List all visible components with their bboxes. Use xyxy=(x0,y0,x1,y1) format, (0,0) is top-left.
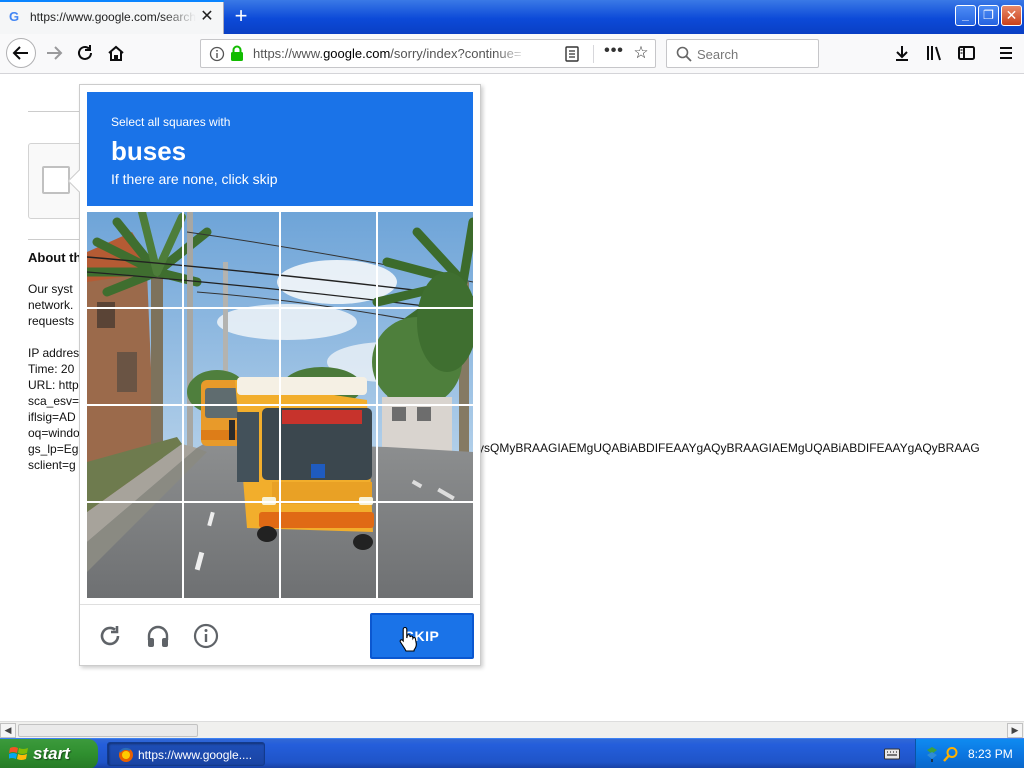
image-grid xyxy=(87,212,473,598)
reload-icon[interactable] xyxy=(71,39,99,67)
captcha-footer: SKIP xyxy=(80,604,480,665)
grid-tile[interactable] xyxy=(87,309,182,404)
browser-tab[interactable]: G https://www.google.com/search?q= ✕ xyxy=(0,0,224,34)
grid-tile[interactable] xyxy=(184,212,279,307)
detail-line: Time: 20 xyxy=(28,362,75,376)
window-maximize-button[interactable]: ❐ xyxy=(978,5,999,26)
about-heading: About th xyxy=(28,250,82,265)
download-icon[interactable] xyxy=(888,39,916,67)
home-icon[interactable] xyxy=(102,39,130,67)
recaptcha-checkbox[interactable] xyxy=(42,166,70,194)
scroll-right-icon[interactable]: ▶ xyxy=(1007,723,1023,738)
active-tab-indicator xyxy=(0,0,224,2)
grid-tile[interactable] xyxy=(87,503,182,598)
grid-tile[interactable] xyxy=(184,309,279,404)
keyboard-icon[interactable] xyxy=(884,747,900,761)
forward-icon[interactable] xyxy=(40,39,68,67)
detail-line: IP addres xyxy=(28,346,80,360)
reload-icon[interactable] xyxy=(97,623,123,649)
detail-line: gs_lp=Eg xyxy=(28,442,79,456)
grid-tile[interactable] xyxy=(378,212,473,307)
grid-tile[interactable] xyxy=(184,503,279,598)
grid-tile[interactable] xyxy=(87,212,182,307)
window-minimize-button[interactable]: _ xyxy=(955,5,976,26)
grid-tile[interactable] xyxy=(184,406,279,501)
info-icon[interactable] xyxy=(193,623,219,649)
firefox-icon xyxy=(119,747,133,762)
lock-icon[interactable] xyxy=(230,45,244,61)
library-icon[interactable] xyxy=(920,39,948,67)
menu-icon[interactable] xyxy=(992,39,1020,67)
paragraph-line: Our syst xyxy=(28,282,73,296)
info-icon[interactable] xyxy=(209,46,225,62)
grid-tile[interactable] xyxy=(281,503,376,598)
new-tab-icon[interactable]: + xyxy=(229,5,253,29)
instruction-text: Select all squares with xyxy=(111,115,231,129)
sidebar-icon[interactable] xyxy=(952,39,980,67)
grid-tile[interactable] xyxy=(87,406,182,501)
back-icon[interactable] xyxy=(6,38,36,68)
google-favicon-icon: G xyxy=(9,9,20,24)
scroll-left-icon[interactable]: ◀ xyxy=(0,723,16,738)
paragraph-line: network. xyxy=(28,298,74,312)
search-placeholder: Search xyxy=(697,47,739,62)
taskbar-window-label: https://www.google.... xyxy=(138,748,253,762)
network-icon[interactable] xyxy=(925,746,939,762)
reader-icon[interactable] xyxy=(565,46,579,62)
grid-divider xyxy=(87,404,473,406)
search-icon xyxy=(676,46,692,62)
tab-title: https://www.google.com/search?q= xyxy=(30,10,196,24)
grid-tile[interactable] xyxy=(378,309,473,404)
detail-line: URL: http xyxy=(28,378,79,392)
skip-button[interactable]: SKIP xyxy=(370,613,474,659)
grid-tile[interactable] xyxy=(281,309,376,404)
url-parameter-text: ysQMyBRAAGIAEMgUQABiABDIFEAAYgAQyBRAAGIA… xyxy=(478,441,980,455)
detail-line: sca_esv= xyxy=(28,394,80,408)
taskbar-window-button[interactable]: https://www.google.... xyxy=(107,742,265,766)
url-path: /sorry/index?continue= xyxy=(390,46,522,61)
url-text[interactable]: https://www.google.com/sorry/index?conti… xyxy=(253,46,528,63)
star-icon[interactable]: ☆ xyxy=(631,43,651,63)
grid-tile[interactable] xyxy=(281,212,376,307)
target-keyword: buses xyxy=(111,136,187,166)
hand-cursor-icon xyxy=(399,626,417,652)
taskbar: start https://www.google.... 8:23 PM xyxy=(0,738,1024,768)
start-label: start xyxy=(33,744,70,763)
search-icon[interactable] xyxy=(943,746,959,762)
address-bar-divider xyxy=(593,45,594,63)
address-bar[interactable]: https://www.google.com/sorry/index?conti… xyxy=(200,39,656,68)
scrollbar-thumb[interactable] xyxy=(18,724,198,737)
more-icon[interactable]: ••• xyxy=(603,42,625,64)
captcha-instructions: Select all squares with buses If there a… xyxy=(87,92,473,206)
start-button[interactable]: start xyxy=(0,739,98,768)
grid-tile[interactable] xyxy=(378,503,473,598)
captcha-challenge: Select all squares with buses If there a… xyxy=(67,84,481,666)
headphones-icon[interactable] xyxy=(145,623,171,649)
detail-line: sclient=g xyxy=(28,458,76,472)
horizontal-scrollbar[interactable]: ◀ ▶ xyxy=(0,721,1024,738)
browser-tab-strip: G https://www.google.com/search?q= ✕ + _… xyxy=(0,0,1024,34)
grid-tile[interactable] xyxy=(378,406,473,501)
instruction-subtext: If there are none, click skip xyxy=(111,171,278,187)
tab-close-icon[interactable]: ✕ xyxy=(199,8,215,26)
clock: 8:23 PM xyxy=(968,747,1013,761)
detail-line: iflsig=AD xyxy=(28,410,76,424)
window-close-button[interactable]: ✕ xyxy=(1001,5,1022,26)
grid-tile[interactable] xyxy=(281,406,376,501)
windows-logo-icon xyxy=(9,747,28,760)
system-tray: 8:23 PM xyxy=(915,739,1024,768)
url-prefix: https://www. xyxy=(253,46,324,61)
navigation-toolbar: https://www.google.com/sorry/index?conti… xyxy=(0,34,1024,74)
search-input[interactable]: Search xyxy=(666,39,819,68)
detail-line: oq=windo xyxy=(28,426,80,440)
paragraph-line: requests xyxy=(28,314,75,328)
url-host: google.com xyxy=(323,46,391,61)
grid-divider xyxy=(87,501,473,503)
grid-divider xyxy=(87,307,473,309)
